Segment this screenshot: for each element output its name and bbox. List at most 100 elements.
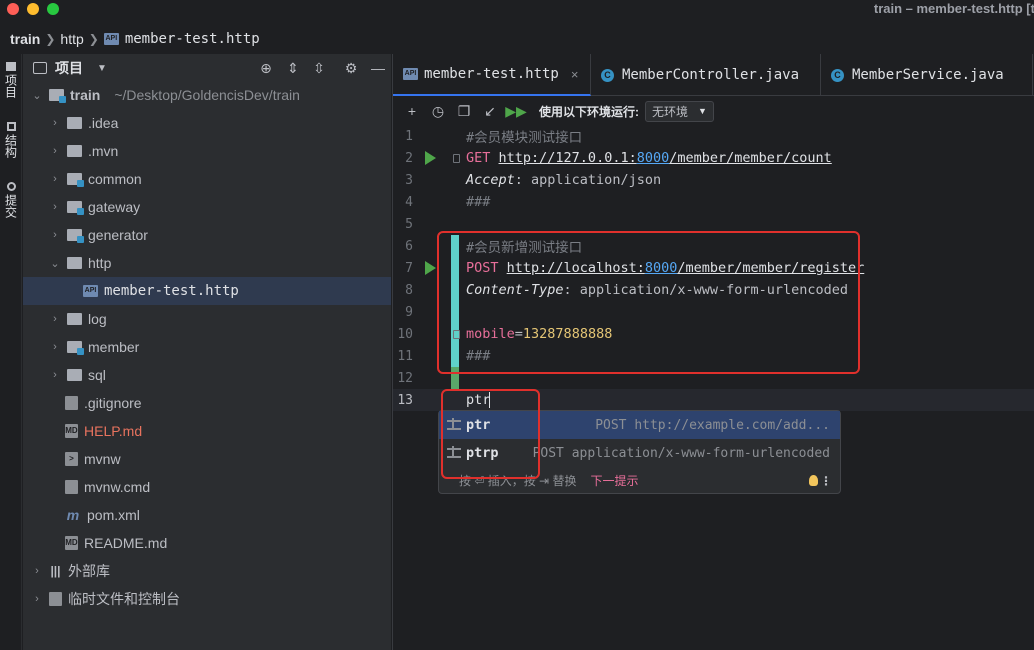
- tree-item-label: member: [88, 339, 140, 355]
- chevron-down-icon: ▼: [698, 106, 707, 116]
- tree-item-gateway[interactable]: › gateway: [23, 193, 391, 221]
- target-icon[interactable]: ⊕: [257, 59, 275, 77]
- chevron-right-icon[interactable]: ›: [49, 145, 61, 157]
- chevron-right-icon[interactable]: ›: [49, 341, 61, 353]
- breadcrumb-item-train[interactable]: train: [10, 31, 40, 47]
- tree-item-mvn[interactable]: › .mvn: [23, 137, 391, 165]
- tree-item-pom-xml[interactable]: m pom.xml: [23, 501, 391, 529]
- tree-item-label: sql: [88, 367, 106, 383]
- chevron-down-icon[interactable]: ▼: [97, 63, 107, 74]
- tab-member-controller[interactable]: C MemberController.java: [591, 54, 821, 96]
- run-request-icon[interactable]: [425, 151, 436, 165]
- tool-window-strip: 项目 结构 提交: [0, 54, 22, 650]
- breadcrumb-item-file[interactable]: member-test.http: [125, 31, 260, 47]
- code-line[interactable]: 4 ###: [393, 191, 1034, 213]
- env-select[interactable]: 无环境 ▼: [645, 100, 714, 122]
- tree-item-help-md[interactable]: MD HELP.md: [23, 417, 391, 445]
- close-icon[interactable]: ×: [571, 67, 579, 82]
- copy-icon[interactable]: ❐: [453, 103, 475, 120]
- chevron-right-icon[interactable]: ›: [31, 593, 43, 605]
- tree-item-readme-md[interactable]: MD README.md: [23, 529, 391, 557]
- tree-item-member[interactable]: › member: [23, 333, 391, 361]
- fold-icon[interactable]: [453, 153, 460, 163]
- breadcrumb: train ❯ http ❯ API member-test.http: [0, 26, 1034, 52]
- tree-item-common[interactable]: › common: [23, 165, 391, 193]
- project-panel-title[interactable]: 项目: [55, 58, 83, 78]
- title-bar: train – member-test.http [tr: [0, 0, 1034, 20]
- code-comment: #会员模块测试接口: [466, 130, 583, 146]
- next-tip-link[interactable]: 下一提示: [590, 472, 638, 489]
- code-line[interactable]: 1 #会员模块测试接口: [393, 125, 1034, 147]
- api-file-icon: API: [103, 33, 119, 45]
- tree-item-mvnw-cmd[interactable]: mvnw.cmd: [23, 473, 391, 501]
- tool-commit-button[interactable]: 提交: [2, 182, 20, 218]
- chevron-right-icon[interactable]: ›: [49, 201, 61, 213]
- tree-item-idea[interactable]: › .idea: [23, 109, 391, 137]
- header-value: : application/json: [514, 172, 662, 188]
- tree-item-scratches[interactable]: › 临时文件和控制台: [23, 585, 391, 613]
- chevron-right-icon[interactable]: ›: [49, 229, 61, 241]
- chevron-right-icon[interactable]: ›: [31, 565, 43, 577]
- request-line: GET http://127.0.0.1:8000/member/member/…: [466, 150, 832, 166]
- tab-label: member-test.http: [424, 66, 559, 82]
- tool-structure-button[interactable]: 结构: [2, 122, 20, 158]
- tree-item-label: pom.xml: [87, 507, 140, 523]
- add-icon[interactable]: +: [401, 103, 423, 119]
- project-panel-header: 项目 ▼ ⊕ ⇕ ⇳ ⚙ —: [23, 54, 391, 82]
- expand-all-icon[interactable]: ⇕: [284, 59, 302, 77]
- http-toolbar: + ◷ ❐ ↙ ▶▶ 使用以下环境运行: 无环境 ▼: [393, 97, 1034, 125]
- history-icon[interactable]: ◷: [427, 103, 449, 120]
- line-number: 12: [397, 370, 413, 386]
- line-number: 11: [397, 348, 413, 364]
- chevron-down-icon[interactable]: ⌄: [49, 257, 61, 270]
- tree-item-sql[interactable]: › sql: [23, 361, 391, 389]
- structure-icon: [6, 122, 16, 131]
- folder-icon: [67, 117, 82, 129]
- line-number: 8: [405, 282, 413, 298]
- markdown-file-icon: MD: [65, 424, 78, 438]
- close-window-button[interactable]: [7, 3, 19, 15]
- line-number: 2: [405, 150, 413, 166]
- project-panel: 项目 ▼ ⊕ ⇕ ⇳ ⚙ — ⌄ train ~/Desktop/Goldenc…: [23, 54, 391, 650]
- code-line[interactable]: 2 GET http://127.0.0.1:8000/member/membe…: [393, 147, 1034, 169]
- tree-item-log[interactable]: › log: [23, 305, 391, 333]
- run-all-icon[interactable]: ▶▶: [505, 103, 527, 120]
- tree-item-mvnw[interactable]: > mvnw: [23, 445, 391, 473]
- gear-icon[interactable]: ⚙: [342, 59, 360, 77]
- chevron-down-icon[interactable]: ⌄: [31, 89, 43, 102]
- import-icon[interactable]: ↙: [479, 103, 501, 120]
- line-number: 3: [405, 172, 413, 188]
- tree-item-label: http: [88, 255, 112, 271]
- chevron-right-icon[interactable]: ›: [49, 313, 61, 325]
- chevron-right-icon[interactable]: ›: [49, 117, 61, 129]
- env-select-value: 无环境: [652, 104, 689, 119]
- run-request-icon[interactable]: [425, 261, 436, 275]
- minimize-icon[interactable]: —: [369, 59, 387, 77]
- tree-item-generator[interactable]: › generator: [23, 221, 391, 249]
- tree-root-train[interactable]: ⌄ train ~/Desktop/GoldencisDev/train: [23, 81, 391, 109]
- chevron-right-icon[interactable]: ›: [49, 173, 61, 185]
- tab-member-test-http[interactable]: API member-test.http ×: [393, 54, 591, 96]
- lightbulb-icon[interactable]: [809, 475, 818, 486]
- module-folder-icon: [67, 341, 84, 355]
- maximize-window-button[interactable]: [47, 3, 59, 15]
- tree-item-label: HELP.md: [84, 423, 143, 439]
- tool-project-button[interactable]: 项目: [2, 62, 20, 98]
- tree-item-http[interactable]: ⌄ http: [23, 249, 391, 277]
- tree-item-member-test-http[interactable]: API member-test.http: [23, 277, 391, 305]
- gitignore-file-icon: [65, 396, 78, 410]
- chevron-right-icon[interactable]: ›: [49, 369, 61, 381]
- collapse-all-icon[interactable]: ⇳: [310, 59, 328, 77]
- line-number: 1: [405, 128, 413, 144]
- tab-member-service[interactable]: C MemberService.java: [821, 54, 1033, 96]
- tree-item-label: log: [88, 311, 107, 327]
- more-options-icon[interactable]: ⋮: [820, 474, 832, 488]
- minimize-window-button[interactable]: [27, 3, 39, 15]
- breadcrumb-item-http[interactable]: http: [60, 31, 83, 47]
- api-file-icon: API: [403, 68, 418, 80]
- tree-item-external-libs[interactable]: › ||| 外部库: [23, 557, 391, 585]
- line-number: 6: [405, 238, 413, 254]
- tree-item-gitignore[interactable]: .gitignore: [23, 389, 391, 417]
- code-line[interactable]: 3 Accept: application/json: [393, 169, 1034, 191]
- completion-item-desc: POST http://example.com/add...: [595, 417, 830, 433]
